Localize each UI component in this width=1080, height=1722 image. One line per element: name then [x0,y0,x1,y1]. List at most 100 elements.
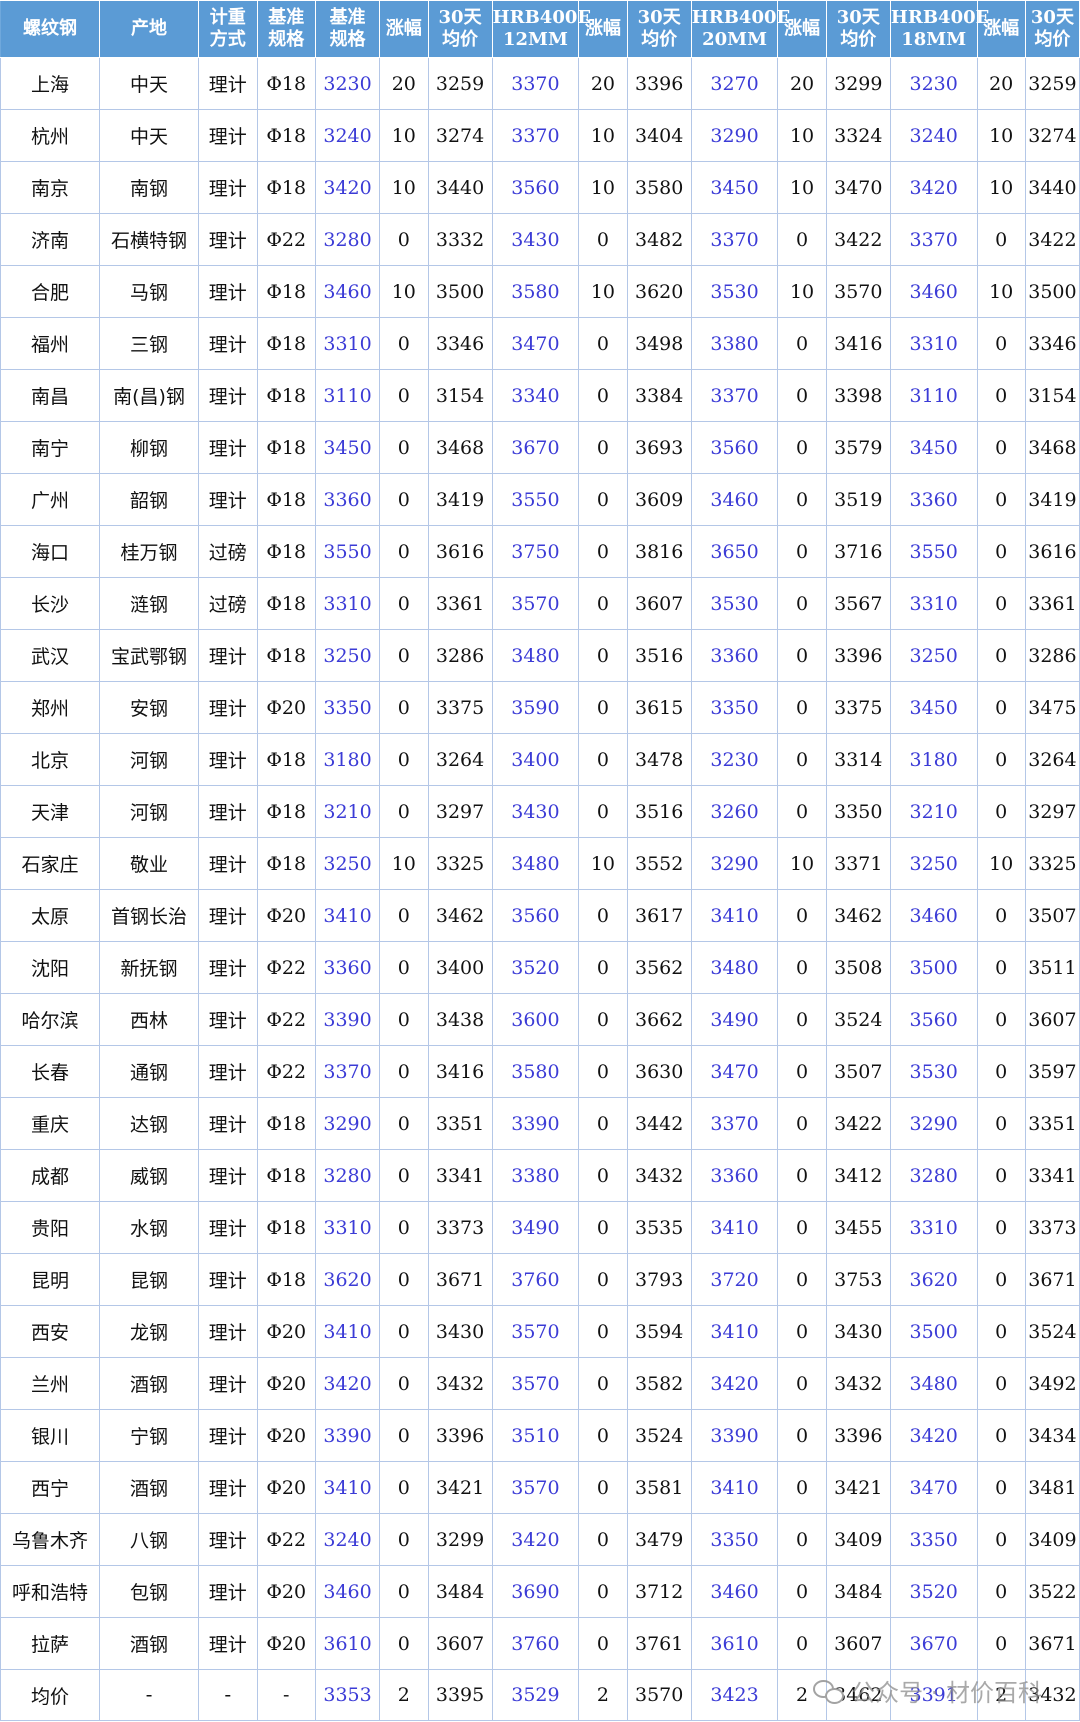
change-cell: 0 [777,1357,827,1410]
avg-cell: 3361 [428,577,493,630]
change-cell: 0 [379,1097,429,1150]
avg-cell: 3615 [627,681,692,734]
price-20mm-cell: 3260 [691,785,779,838]
change-cell: 20 [977,57,1026,110]
weigh-method-cell: 理计 [198,1097,258,1150]
price-12mm-cell: 3420 [492,1513,580,1566]
rebar-price-table: 螺纹钢 产地 计重 方式 基准 规格 基准 规格 涨幅 30天 均价 HRB400E 12MM 涨幅 30天… [0,0,1080,1721]
base-price-cell: 3420 [315,1357,381,1410]
base-price-cell: 3460 [315,1565,381,1618]
change-cell: 0 [578,1305,628,1358]
weigh-method-cell: 理计 [198,993,258,1046]
weigh-method-cell: 理计 [198,1149,258,1202]
city-cell: 合肥 [0,265,100,318]
header-col-origin: 产地 [99,0,199,58]
change-cell: 0 [977,1409,1026,1462]
change-cell: 0 [578,993,628,1046]
table-row: 拉萨 酒钢 理计 Φ20 3610 0 3607 3760 0 3761 3610 0 3607 3670… [0,1617,1080,1670]
price-20mm-cell: 3360 [691,629,779,682]
weigh-method-cell: 理计 [198,733,258,786]
avg-cell: 3440 [428,161,493,214]
city-cell: 济南 [0,213,100,266]
price-12mm-cell: 3760 [492,1617,580,1670]
base-price-cell: 3180 [315,733,381,786]
avg-cell: 3712 [627,1565,692,1618]
header-col-rebar: 螺纹钢 [0,0,100,58]
header-label: 规格 [268,29,305,50]
change-cell: 0 [578,1461,628,1514]
avg-cell: 3432 [826,1357,891,1410]
header-col-30day-avg: 30天 均价 [427,0,493,58]
spec-cell: Φ18 [257,1097,316,1150]
header-label: 方式 [209,29,246,50]
avg-cell: 3516 [627,629,692,682]
avg-cell: 3419 [1025,473,1080,526]
avg-cell: 3693 [627,421,692,474]
header-label: 30天 [438,7,482,28]
header-row: 螺纹钢 产地 计重 方式 基准 规格 基准 规格 涨幅 30天 均价 HRB400E 12MM 涨幅 30天… [0,0,1080,58]
price-12mm-cell: 3560 [492,889,580,942]
change-cell: 10 [379,265,429,318]
table-row: 福州 三钢 理计 Φ18 3310 0 3346 3470 0 3498 3380 0 3416 3310… [0,317,1080,370]
avg-cell: 3264 [428,733,493,786]
avg-cell: 3511 [1025,941,1080,994]
price-18mm-cell: 3391 [890,1669,978,1721]
price-18mm-cell: 3620 [890,1253,978,1306]
price-18mm-cell: 3550 [890,525,978,578]
origin-cell: 宝武鄂钢 [99,629,199,682]
spec-cell: Φ18 [257,1253,316,1306]
avg-cell: 3264 [1025,733,1080,786]
avg-cell: 3455 [826,1201,891,1254]
change-cell: 0 [777,421,827,474]
spec-cell: Φ18 [257,629,316,682]
avg-cell: 3396 [826,1409,891,1462]
avg-cell: 3440 [1025,161,1080,214]
change-cell: 0 [578,1513,628,1566]
header-label: 30天 [836,7,880,28]
spec-cell: - [257,1669,316,1721]
spec-cell: Φ20 [257,1305,316,1358]
avg-cell: 3297 [428,785,493,838]
change-cell: 20 [777,57,827,110]
header-label: 涨幅 [385,18,422,39]
avg-cell: 3616 [1025,525,1080,578]
change-cell: 0 [379,1617,429,1670]
price-18mm-cell: 3460 [890,265,978,318]
price-20mm-cell: 3410 [691,1201,779,1254]
header-col-hrb400e-12mm: HRB400E 12MM [491,0,591,58]
weigh-method-cell: 理计 [198,369,258,422]
change-cell: 0 [977,1565,1026,1618]
table-row: 济南 石横特钢 理计 Φ22 3280 0 3332 3430 0 3482 3370 0 3422 33… [0,213,1080,266]
avg-cell: 3671 [428,1253,493,1306]
avg-cell: 3492 [1025,1357,1080,1410]
change-cell: 0 [578,889,628,942]
weigh-method-cell: 理计 [198,1513,258,1566]
avg-cell: 3484 [428,1565,493,1618]
table-row: 郑州 安钢 理计 Φ20 3350 0 3375 3590 0 3615 3350 0 3375 3450… [0,681,1080,734]
avg-cell: 3524 [826,993,891,1046]
change-cell: 10 [777,161,827,214]
price-12mm-cell: 3750 [492,525,580,578]
weigh-method-cell: 理计 [198,837,258,890]
base-price-cell: 3110 [315,369,381,422]
price-12mm-cell: 3480 [492,629,580,682]
change-cell: 10 [578,837,628,890]
price-20mm-cell: 3610 [691,1617,779,1670]
table-row: 成都 威钢 理计 Φ18 3280 0 3341 3380 0 3432 3360 0 3412 3280… [0,1149,1080,1202]
city-cell: 南京 [0,161,100,214]
price-12mm-cell: 3520 [492,941,580,994]
change-cell: 0 [379,317,429,370]
price-20mm-cell: 3410 [691,1305,779,1358]
price-18mm-cell: 3670 [890,1617,978,1670]
weigh-method-cell: 理计 [198,629,258,682]
avg-cell: 3297 [1025,785,1080,838]
change-cell: 0 [777,993,827,1046]
price-18mm-cell: 3520 [890,1565,978,1618]
change-cell: 0 [977,1461,1026,1514]
avg-cell: 3398 [826,369,891,422]
avg-cell: 3761 [627,1617,692,1670]
city-cell: 昆明 [0,1253,100,1306]
table-row: 长春 通钢 理计 Φ22 3370 0 3416 3580 0 3630 3470 0 3507 3530… [0,1045,1080,1098]
change-cell: 0 [777,369,827,422]
change-cell: 20 [379,57,429,110]
